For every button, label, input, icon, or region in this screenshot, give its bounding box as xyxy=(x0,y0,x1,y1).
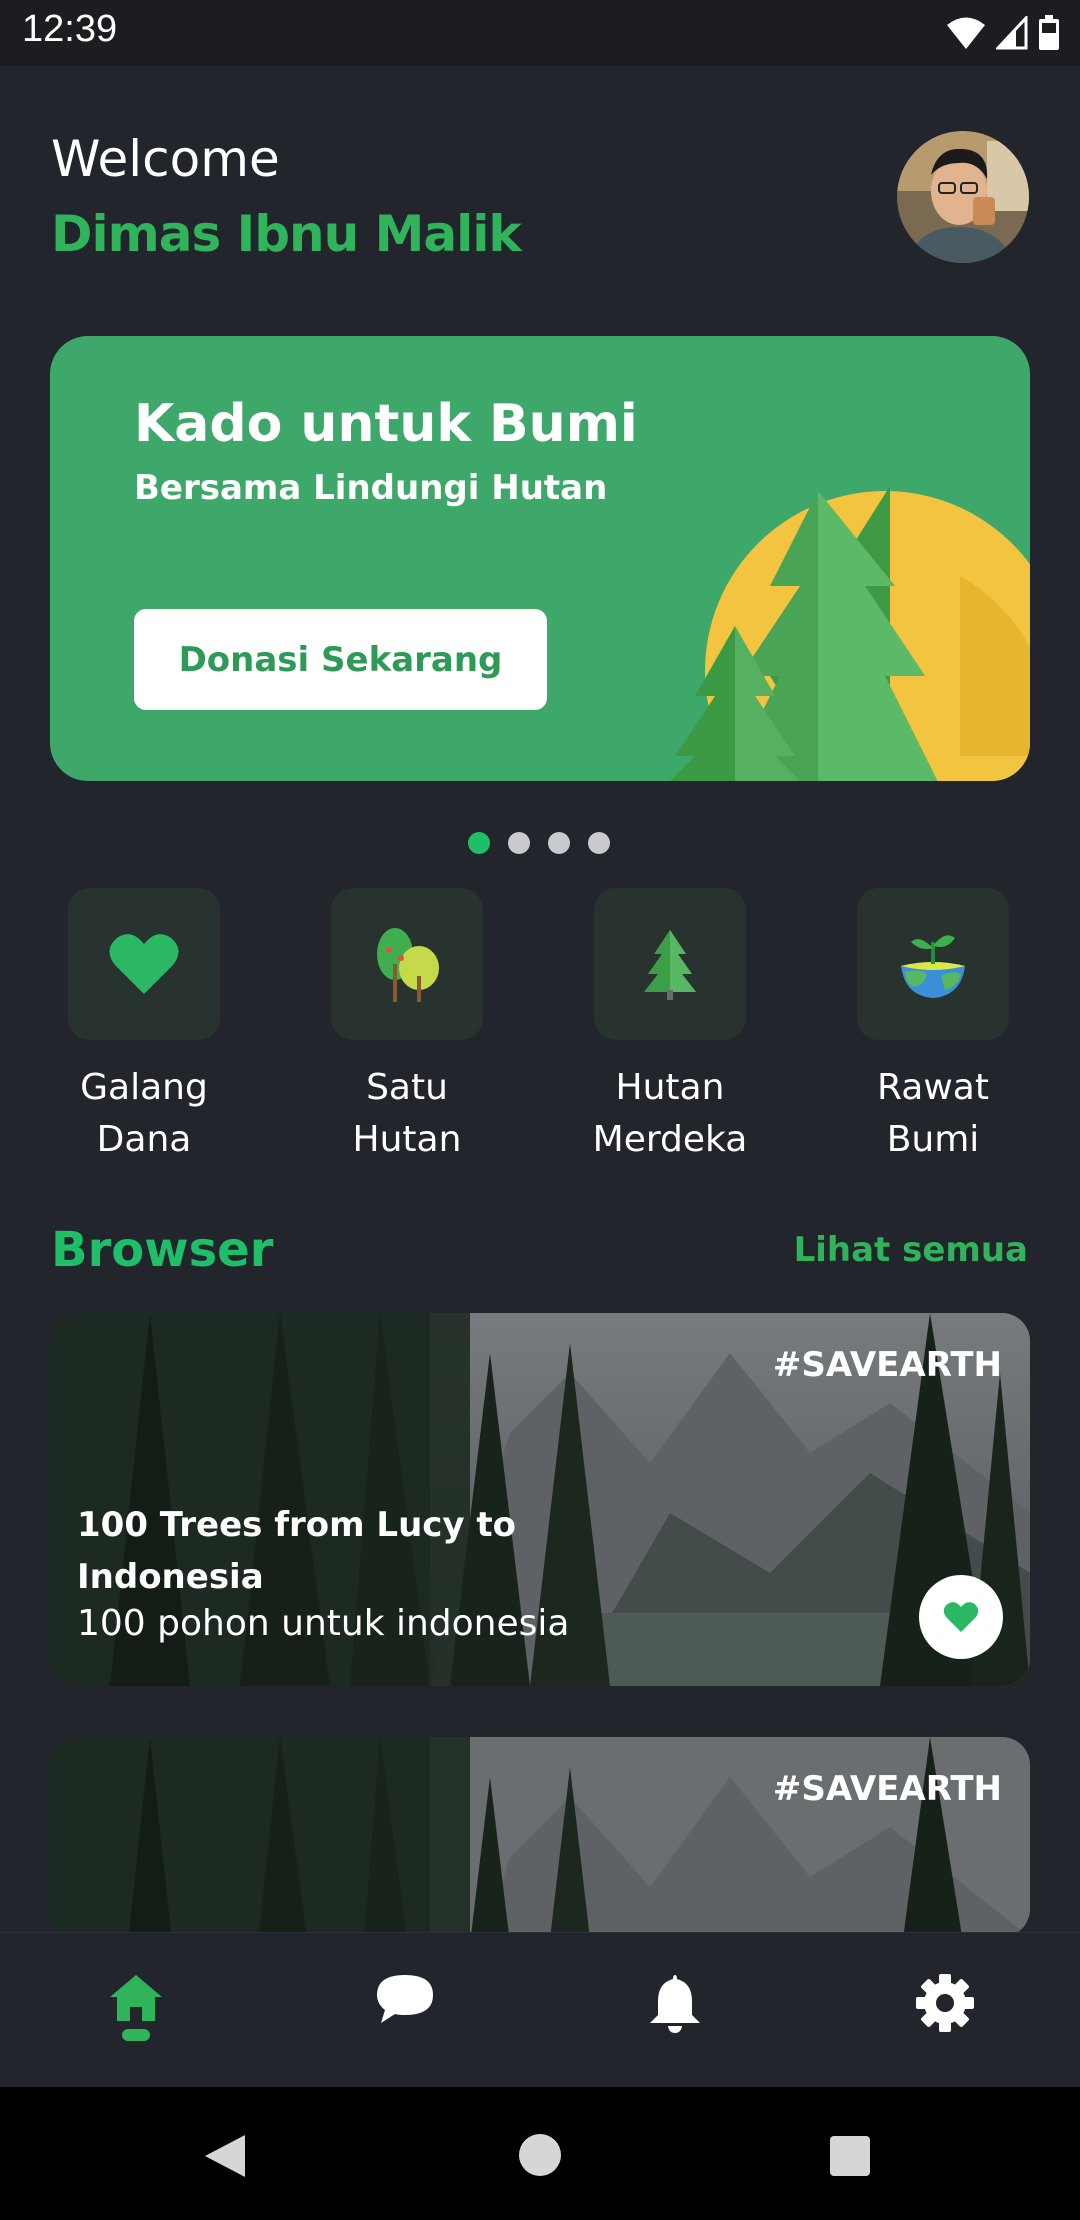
nav-settings[interactable] xyxy=(905,1973,985,2053)
battery-icon xyxy=(1039,15,1059,50)
signal-icon xyxy=(996,16,1028,50)
nav-chat[interactable] xyxy=(365,1973,445,2053)
category-tile[interactable] xyxy=(68,888,220,1040)
category-tile[interactable] xyxy=(594,888,746,1040)
card-description: 100 pohon untuk indonesia xyxy=(77,1603,570,1644)
favorite-button[interactable] xyxy=(919,1575,1003,1659)
category-label: Hutan Merdeka xyxy=(592,1067,748,1160)
carousel-dot[interactable] xyxy=(588,832,610,854)
system-navigation-bar xyxy=(0,2087,1080,2220)
back-icon[interactable] xyxy=(203,2133,247,2179)
gear-icon xyxy=(916,1974,974,2032)
user-name: Dimas Ibnu Malik xyxy=(51,205,522,263)
card-title: 100 Trees from Lucy to Indonesia xyxy=(77,1505,517,1597)
card-tag: #SAVEARTH xyxy=(772,1345,1002,1385)
bottom-navigation xyxy=(0,1932,1080,2087)
forest-illustration-icon xyxy=(670,486,1030,781)
banner-title: Kado untuk Bumi xyxy=(134,394,638,454)
category-tile[interactable] xyxy=(331,888,483,1040)
nav-home[interactable] xyxy=(96,1973,176,2053)
status-bar: 12:39 xyxy=(0,0,1080,66)
banner-subtitle: Bersama Lindungi Hutan xyxy=(134,468,608,508)
carousel-dot[interactable] xyxy=(468,832,490,854)
campaign-card[interactable]: #SAVEARTH xyxy=(50,1737,1030,1937)
carousel-dot[interactable] xyxy=(548,832,570,854)
status-icons xyxy=(946,12,1060,54)
bell-icon xyxy=(650,1975,700,2033)
carousel-dot[interactable] xyxy=(508,832,530,854)
chat-icon xyxy=(377,1975,433,2023)
pine-tree-icon xyxy=(644,930,696,1000)
campaign-card[interactable]: #SAVEARTH 100 Trees from Lucy to Indones… xyxy=(50,1313,1030,1686)
category-tile[interactable] xyxy=(857,888,1009,1040)
carousel-indicator xyxy=(0,832,1079,854)
active-indicator xyxy=(122,2029,150,2041)
heart-icon xyxy=(109,934,179,994)
category-hutan-merdeka[interactable]: Hutan Merdeka xyxy=(570,888,770,1166)
section-title: Browser xyxy=(51,1222,274,1278)
earth-sprout-icon xyxy=(901,935,965,998)
category-galang-dana[interactable]: Galang Dana xyxy=(44,888,244,1166)
category-label: Galang Dana xyxy=(80,1067,208,1160)
category-menu: Galang Dana Satu Hutan Hutan Merdeka Raw… xyxy=(0,888,1080,1168)
status-time: 12:39 xyxy=(22,8,118,50)
wifi-icon xyxy=(947,17,985,49)
category-satu-hutan[interactable]: Satu Hutan xyxy=(307,888,507,1166)
donate-now-button[interactable]: Donasi Sekarang xyxy=(134,609,547,710)
heart-icon xyxy=(943,1602,979,1632)
home-circle-icon[interactable] xyxy=(518,2133,562,2177)
category-label: Satu Hutan xyxy=(352,1067,462,1160)
see-all-link[interactable]: Lihat semua xyxy=(794,1230,1028,1270)
home-icon xyxy=(110,1975,162,2021)
category-rawat-bumi[interactable]: Rawat Bumi xyxy=(833,888,1033,1166)
trees-icon xyxy=(377,928,439,1002)
nav-notifications[interactable] xyxy=(635,1973,715,2053)
welcome-text: Welcome xyxy=(51,130,280,188)
recents-icon[interactable] xyxy=(829,2135,871,2177)
avatar[interactable] xyxy=(897,131,1029,263)
category-label: Rawat Bumi xyxy=(877,1067,989,1160)
promo-banner[interactable]: Kado untuk Bumi Bersama Lindungi Hutan D… xyxy=(50,336,1030,781)
forest-photo xyxy=(50,1737,1030,1937)
card-tag: #SAVEARTH xyxy=(772,1769,1002,1809)
